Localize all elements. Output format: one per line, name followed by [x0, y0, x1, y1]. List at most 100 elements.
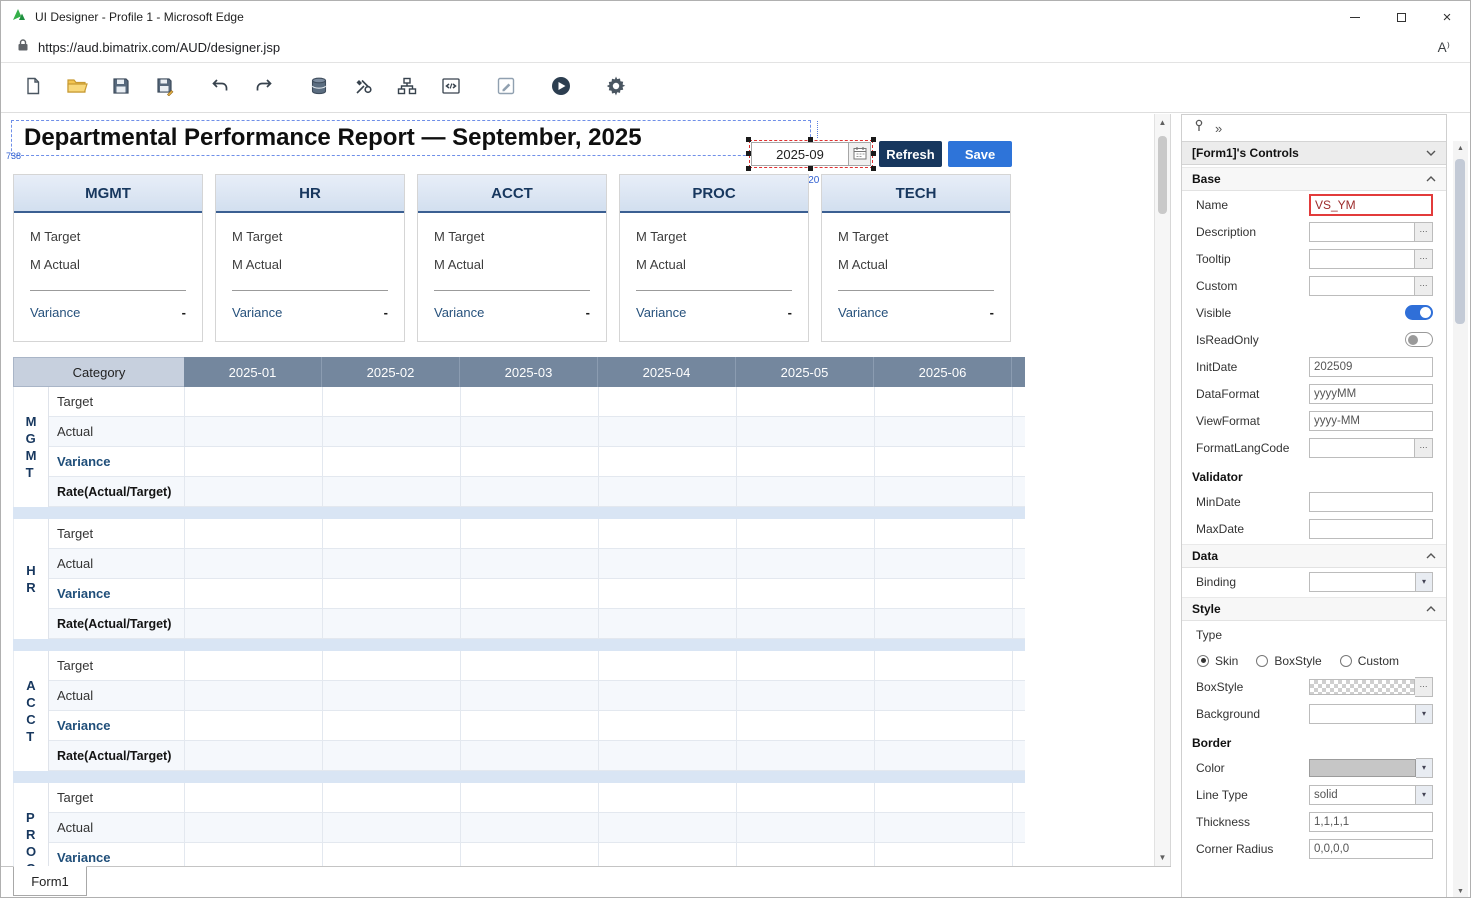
mindate-input[interactable] [1309, 492, 1433, 512]
browser-window: UI Designer - Profile 1 - Microsoft Edge… [0, 0, 1471, 898]
card-variance-label: Variance [30, 305, 80, 320]
undo-button[interactable] [206, 74, 233, 101]
maximize-button[interactable] [1378, 1, 1424, 33]
resize-handle[interactable] [808, 166, 813, 171]
url-text[interactable]: https://aud.bimatrix.com/AUD/designer.js… [38, 40, 1429, 55]
resize-handle[interactable] [746, 137, 751, 142]
database-button[interactable] [305, 74, 332, 101]
ellipsis-button[interactable]: ··· [1415, 438, 1433, 458]
open-button[interactable] [63, 74, 90, 101]
code-view-button[interactable] [437, 74, 464, 101]
canvas-scrollbar[interactable]: ▲ ▼ [1154, 114, 1171, 866]
maxdate-input[interactable] [1309, 519, 1433, 539]
ellipsis-button[interactable]: ··· [1415, 222, 1433, 242]
section-data[interactable]: Data [1182, 544, 1446, 568]
custom-input[interactable] [1309, 276, 1415, 296]
sitemap-button[interactable] [393, 74, 420, 101]
isreadonly-toggle[interactable] [1405, 332, 1433, 347]
description-input[interactable] [1309, 222, 1415, 242]
title-label-selection[interactable]: Departmental Performance Report — Septem… [11, 120, 811, 156]
name-input[interactable] [1309, 194, 1433, 216]
date-control-selection[interactable] [749, 140, 873, 168]
controls-header-label: [Form1]'s Controls [1192, 146, 1299, 160]
dataformat-input[interactable] [1309, 384, 1433, 404]
background-select[interactable] [1309, 704, 1416, 724]
resize-handle[interactable] [871, 151, 876, 156]
corner-radius-input[interactable] [1309, 839, 1433, 859]
prop-row-maxdate: MaxDate [1182, 515, 1446, 542]
dropdown-arrow-icon[interactable]: ▾ [1416, 704, 1433, 724]
canvas-save-button[interactable]: Save [948, 141, 1012, 167]
border-color-swatch[interactable] [1309, 759, 1416, 777]
row-label-variance: Variance [49, 718, 184, 733]
settings-button[interactable] [602, 74, 629, 101]
read-aloud-icon[interactable]: A⁾ [1438, 40, 1454, 56]
radio-skin[interactable] [1197, 655, 1209, 667]
prop-label: Thickness [1196, 815, 1309, 829]
collapse-panel-icon[interactable]: » [1215, 121, 1222, 136]
controls-header[interactable]: [Form1]'s Controls [1182, 141, 1446, 165]
row-label-target: Target [49, 394, 184, 409]
initdate-input[interactable] [1309, 357, 1433, 377]
resize-handle[interactable] [871, 137, 876, 142]
tools-button[interactable] [349, 74, 376, 101]
date-input[interactable] [751, 142, 849, 166]
lock-icon[interactable] [17, 38, 29, 57]
tab-form1[interactable]: Form1 [13, 866, 87, 896]
calendar-button[interactable] [849, 142, 871, 166]
month-column-header: 2025-01 [184, 357, 322, 387]
dept-card-acct[interactable]: ACCT M TargetM ActualVariance- [417, 174, 607, 342]
report-table[interactable]: Category 2025-01 2025-02 2025-03 2025-04… [13, 357, 1025, 866]
tooltip-input[interactable] [1309, 249, 1415, 269]
refresh-button[interactable]: Refresh [879, 141, 942, 167]
pin-icon[interactable] [1193, 119, 1205, 137]
scrollbar-thumb[interactable] [1158, 136, 1167, 214]
card-variance-label: Variance [232, 305, 282, 320]
close-button[interactable]: × [1424, 1, 1470, 33]
scroll-up-arrow-icon[interactable]: ▲ [1453, 141, 1468, 156]
run-button[interactable] [547, 74, 574, 101]
minimize-button[interactable] [1332, 1, 1378, 33]
resize-handle[interactable] [746, 166, 751, 171]
dropdown-arrow-icon[interactable]: ▾ [1416, 572, 1433, 592]
dept-card-tech[interactable]: TECH M TargetM ActualVariance- [821, 174, 1011, 342]
dept-card-mgmt[interactable]: MGMT M TargetM ActualVariance- [13, 174, 203, 342]
resize-handle[interactable] [808, 137, 813, 142]
new-document-button[interactable] [19, 74, 46, 101]
resize-handle[interactable] [871, 166, 876, 171]
dept-card-proc[interactable]: PROC M TargetM ActualVariance- [619, 174, 809, 342]
formatlangcode-input[interactable] [1309, 438, 1415, 458]
linetype-select[interactable] [1309, 785, 1416, 805]
save-file-button[interactable] [107, 74, 134, 101]
section-base[interactable]: Base [1182, 167, 1446, 191]
group-separator [13, 507, 1025, 519]
chevron-up-icon [1426, 176, 1436, 182]
scroll-down-arrow-icon[interactable]: ▼ [1155, 849, 1170, 866]
ellipsis-button[interactable]: ··· [1415, 677, 1433, 697]
resize-handle[interactable] [746, 151, 751, 156]
scrollbar-thumb[interactable] [1455, 159, 1465, 324]
dropdown-arrow-icon[interactable]: ▾ [1416, 758, 1433, 778]
dropdown-arrow-icon[interactable]: ▾ [1416, 785, 1433, 805]
dept-card-hr[interactable]: HR M TargetM ActualVariance- [215, 174, 405, 342]
radio-boxstyle[interactable] [1256, 655, 1268, 667]
visible-toggle[interactable] [1405, 305, 1433, 320]
row-label-variance: Variance [49, 454, 184, 469]
radio-custom[interactable] [1340, 655, 1352, 667]
scroll-up-arrow-icon[interactable]: ▲ [1155, 114, 1170, 131]
designer-canvas[interactable]: Departmental Performance Report — Septem… [1, 114, 1154, 866]
binding-select[interactable] [1309, 572, 1416, 592]
thickness-input[interactable] [1309, 812, 1433, 832]
panel-scrollbar[interactable]: ▲ ▼ [1453, 141, 1468, 898]
edit-button[interactable] [492, 74, 519, 101]
ellipsis-button[interactable]: ··· [1415, 276, 1433, 296]
section-style[interactable]: Style [1182, 597, 1446, 621]
boxstyle-swatch[interactable] [1309, 679, 1415, 695]
viewformat-input[interactable] [1309, 411, 1433, 431]
save-all-button[interactable] [151, 74, 178, 101]
scroll-down-arrow-icon[interactable]: ▼ [1453, 884, 1468, 898]
prop-label: MinDate [1196, 495, 1309, 509]
table-row: Variance [49, 843, 1025, 866]
redo-button[interactable] [250, 74, 277, 101]
ellipsis-button[interactable]: ··· [1415, 249, 1433, 269]
